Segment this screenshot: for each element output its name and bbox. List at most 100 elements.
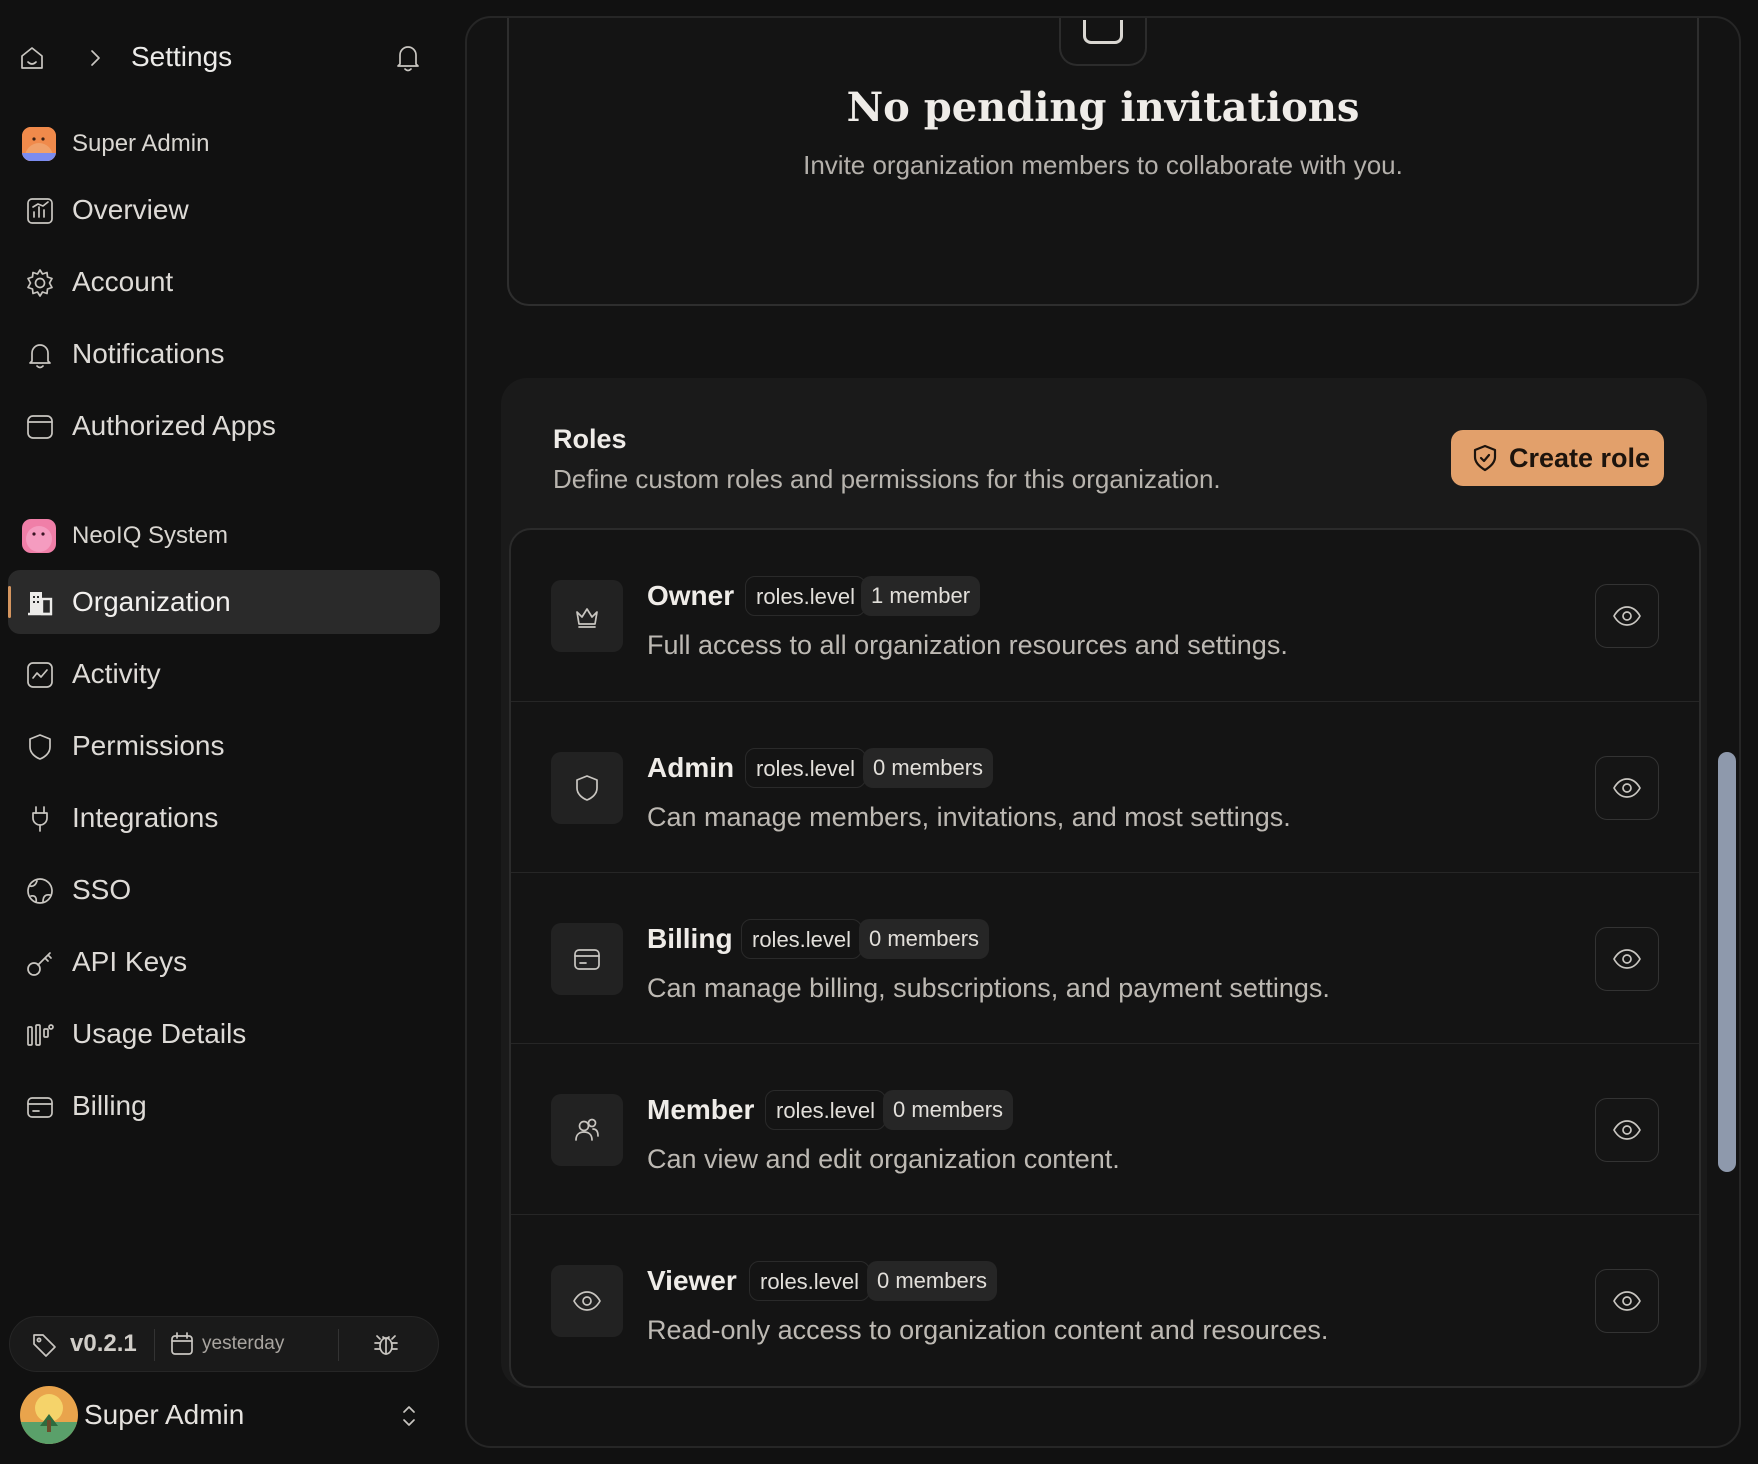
member-count-badge: 0 members — [863, 748, 994, 788]
sidebar-item-integrations[interactable]: Integrations — [8, 786, 440, 850]
role-name: Owner — [647, 580, 735, 611]
empty-state-title: No pending invitations — [846, 84, 1360, 131]
role-description: Can manage members, invitations, and mos… — [647, 802, 1291, 832]
personal-section-label: Super Admin — [72, 130, 210, 157]
sidebar-item-label: Notifications — [72, 338, 225, 369]
role-name: Admin — [647, 752, 735, 783]
chevron-right-icon — [86, 46, 104, 70]
sidebar-item-label: SSO — [72, 874, 132, 905]
eye-icon — [1613, 949, 1641, 969]
view-role-button[interactable] — [1595, 927, 1659, 991]
role-name: Viewer — [647, 1265, 737, 1296]
empty-state-subtitle: Invite organization members to collabora… — [803, 150, 1403, 180]
sidebar-item-label: Overview — [72, 194, 189, 225]
super-admin-avatar — [22, 127, 56, 161]
role-level-badge: roles.level — [749, 1261, 871, 1301]
sidebar-item-label: Permissions — [72, 730, 225, 761]
sidebar-item-label: Organization — [72, 586, 231, 617]
create-role-button[interactable]: Create role — [1451, 430, 1664, 486]
sidebar-item-authorized-apps[interactable]: Authorized Apps — [8, 394, 440, 458]
gear-icon — [24, 267, 56, 299]
scrollbar-thumb[interactable] — [1718, 752, 1736, 1172]
sidebar-item-notifications[interactable]: Notifications — [8, 322, 440, 386]
eye-icon — [1613, 1291, 1641, 1311]
chevrons-up-down-icon — [400, 1402, 418, 1430]
eye-icon — [1613, 778, 1641, 798]
version-bar: v0.2.1 yesterday — [9, 1316, 439, 1372]
chart-icon — [24, 195, 56, 227]
role-row-member[interactable]: Member roles.level 0 members Can view an… — [511, 1043, 1699, 1214]
org-section-label: NeoIQ System — [72, 522, 229, 549]
usage-icon — [24, 1019, 56, 1051]
member-count-badge: 1 member — [861, 576, 981, 616]
sidebar-item-label: Account — [72, 266, 174, 297]
role-level-badge: roles.level — [741, 919, 863, 959]
view-role-button[interactable] — [1595, 584, 1659, 648]
inbox-icon — [1059, 18, 1147, 66]
building-icon — [24, 587, 56, 619]
role-level-badge: roles.level — [765, 1090, 887, 1130]
version-label: v0.2.1 — [70, 1330, 137, 1357]
user-name: Super Admin — [84, 1399, 245, 1430]
view-role-button[interactable] — [1595, 756, 1659, 820]
role-description: Can view and edit organization content. — [647, 1144, 1120, 1174]
sidebar-item-usage-details[interactable]: Usage Details — [8, 1002, 440, 1066]
roles-title: Roles — [553, 424, 627, 454]
personal-section-header[interactable]: Super Admin — [22, 124, 209, 164]
eye-icon — [551, 1265, 623, 1337]
plug-icon — [24, 803, 56, 835]
app-window-icon — [24, 411, 56, 443]
member-count-badge: 0 members — [883, 1090, 1014, 1130]
eye-icon — [1613, 1120, 1641, 1140]
sidebar-item-api-keys[interactable]: API Keys — [8, 930, 440, 994]
role-row-viewer[interactable]: Viewer roles.level 0 members Read-only a… — [511, 1214, 1699, 1385]
create-role-label: Create role — [1509, 442, 1651, 473]
sidebar-item-account[interactable]: Account — [8, 250, 440, 314]
sidebar-item-activity[interactable]: Activity — [8, 642, 440, 706]
release-date-label: yesterday — [202, 1333, 285, 1354]
role-row-owner[interactable]: Owner roles.level 1 member Full access t… — [511, 530, 1699, 701]
sidebar: Settings Super Admin Overview Account No… — [0, 0, 463, 1464]
credit-card-icon — [24, 1091, 56, 1123]
member-count-badge: 0 members — [859, 919, 990, 959]
sidebar-item-organization[interactable]: Organization — [8, 570, 440, 634]
user-menu[interactable]: Super Admin — [18, 1385, 438, 1445]
role-row-billing[interactable]: Billing roles.level 0 members Can manage… — [511, 872, 1699, 1043]
calendar-icon — [168, 1330, 196, 1358]
sidebar-item-billing[interactable]: Billing — [8, 1074, 440, 1138]
users-icon — [551, 1094, 623, 1166]
roles-list: Owner roles.level 1 member Full access t… — [509, 528, 1701, 1388]
sidebar-item-label: API Keys — [72, 946, 188, 977]
tag-icon — [30, 1331, 58, 1359]
divider — [154, 1329, 155, 1361]
shield-check-icon — [1471, 443, 1499, 473]
main-panel: No pending invitations Invite organizati… — [465, 16, 1741, 1448]
role-level-badge: roles.level — [745, 748, 867, 788]
view-role-button[interactable] — [1595, 1269, 1659, 1333]
sidebar-item-sso[interactable]: SSO — [8, 858, 440, 922]
home-icon[interactable] — [16, 42, 48, 74]
bug-report-icon[interactable] — [372, 1330, 400, 1358]
sidebar-item-label: Authorized Apps — [72, 410, 276, 441]
role-name: Billing — [647, 923, 733, 954]
invitations-empty-state: No pending invitations Invite organizati… — [507, 18, 1699, 306]
bell-icon — [24, 339, 56, 371]
eye-icon — [1613, 606, 1641, 626]
crown-icon — [551, 580, 623, 652]
page-title: Settings — [131, 41, 233, 72]
notifications-bell-icon[interactable] — [392, 40, 424, 74]
activity-icon — [24, 659, 56, 691]
role-description: Can manage billing, subscriptions, and p… — [647, 973, 1330, 1003]
shield-icon — [24, 731, 56, 763]
sidebar-item-label: Billing — [72, 1090, 147, 1121]
org-section-header[interactable]: NeoIQ System — [22, 516, 228, 556]
role-row-admin[interactable]: Admin roles.level 0 members Can manage m… — [511, 701, 1699, 872]
sidebar-item-label: Activity — [72, 658, 161, 689]
globe-icon — [24, 875, 56, 907]
sidebar-item-overview[interactable]: Overview — [8, 178, 440, 242]
view-role-button[interactable] — [1595, 1098, 1659, 1162]
sidebar-item-permissions[interactable]: Permissions — [8, 714, 440, 778]
settings-topbar: Settings — [0, 28, 463, 88]
roles-description: Define custom roles and permissions for … — [553, 464, 1221, 494]
role-level-badge: roles.level — [745, 576, 867, 616]
